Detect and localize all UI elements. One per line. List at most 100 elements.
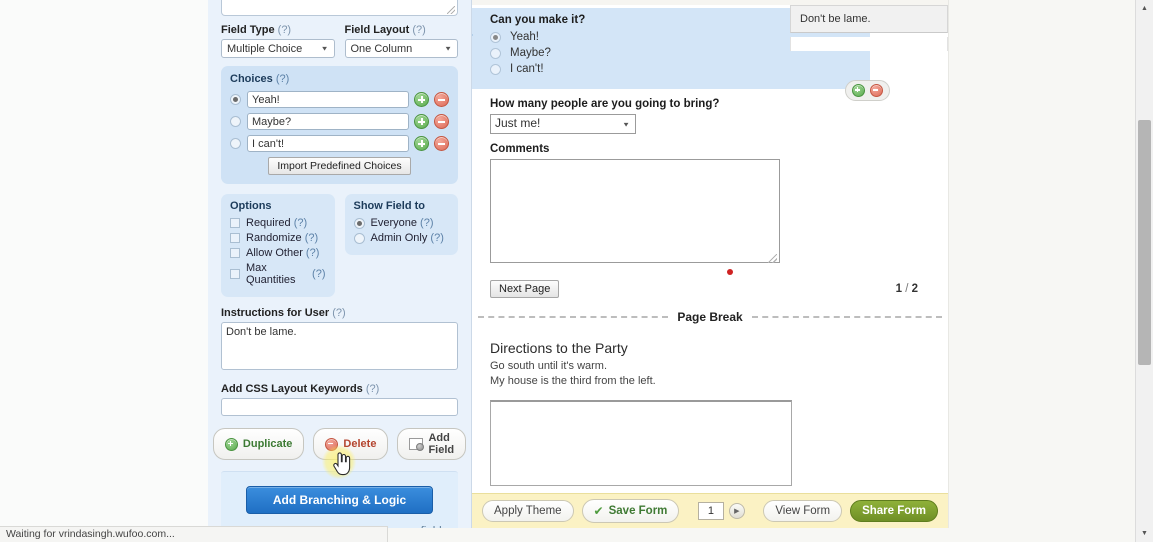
check-icon: ✔ <box>593 504 604 518</box>
choice-row <box>230 113 449 130</box>
people-field-block: How many people are you going to bring? … <box>472 98 948 134</box>
field-layout-select[interactable]: One Column <box>344 39 458 58</box>
choice-radio[interactable] <box>230 116 241 127</box>
field-editor-panel: Field Type (?) Multiple Choice ▼ Field L… <box>208 0 472 528</box>
view-form-label: View Form <box>775 505 831 517</box>
field-layout-label: Field Layout (?) <box>344 24 426 36</box>
radio-icon[interactable] <box>490 63 501 75</box>
plus-icon[interactable] <box>852 84 865 97</box>
scroll-up-icon[interactable]: ▲ <box>1136 0 1153 17</box>
option-required[interactable]: Required (?) <box>230 217 326 229</box>
view-form-button[interactable]: View Form <box>763 500 843 522</box>
add-field-label: Add Field <box>428 432 455 456</box>
comments-textarea[interactable] <box>490 159 780 263</box>
checkbox-icon[interactable] <box>230 233 240 243</box>
selection-arrow-icon <box>472 26 473 44</box>
next-page-row: Next Page 1 / 2 <box>472 280 948 298</box>
plus-icon[interactable] <box>414 114 429 129</box>
choice-input[interactable] <box>247 91 409 108</box>
apply-theme-button[interactable]: Apply Theme <box>482 500 574 522</box>
page-indicator: 1 / 2 <box>895 283 918 295</box>
choice-radio[interactable] <box>230 138 241 149</box>
radio-icon[interactable] <box>490 47 501 59</box>
show-field-everyone[interactable]: Everyone (?) <box>353 217 450 229</box>
choice-input[interactable] <box>247 113 409 130</box>
instructions-label: Instructions for User (?) <box>221 307 346 319</box>
checkbox-icon[interactable] <box>230 218 240 228</box>
duplicate-label: Duplicate <box>242 438 293 450</box>
checkbox-icon[interactable] <box>230 269 240 279</box>
field-title-textarea[interactable] <box>221 0 458 16</box>
options-row: Options Required (?) Randomize (?) Allow… <box>221 194 458 297</box>
field-type-select[interactable]: Multiple Choice <box>221 39 335 58</box>
show-field-to-heading: Show Field to <box>353 200 426 212</box>
radio-icon[interactable] <box>353 217 365 229</box>
directions-textarea[interactable] <box>490 399 792 486</box>
section-title: Directions to the Party <box>490 340 628 356</box>
delete-button[interactable]: Delete <box>313 428 389 460</box>
scroll-down-icon[interactable]: ▼ <box>1136 525 1153 542</box>
minus-icon[interactable] <box>870 84 883 97</box>
add-branching-logic-button[interactable]: Add Branching & Logic <box>245 486 434 514</box>
people-count-select[interactable]: Just me! <box>490 114 636 134</box>
caret-down-icon: ▼ <box>622 120 630 129</box>
hint-tooltip-tail <box>790 37 948 51</box>
css-keywords-label: Add CSS Layout Keywords (?) <box>221 383 380 395</box>
import-predefined-choices-button[interactable]: Import Predefined Choices <box>268 157 411 175</box>
css-keywords-group: Add CSS Layout Keywords (?) <box>221 383 458 416</box>
minus-icon[interactable] <box>434 136 449 151</box>
instructions-textarea[interactable] <box>221 322 458 370</box>
field-type-group: Field Type (?) Multiple Choice ▼ <box>221 24 335 58</box>
radio-icon[interactable] <box>490 31 501 43</box>
instructions-hint-tooltip: Don't be lame. <box>790 5 948 33</box>
option-allow-other[interactable]: Allow Other (?) <box>230 247 326 259</box>
choice-radio[interactable] <box>230 94 241 105</box>
vertical-scrollbar[interactable]: ▲ ▼ <box>1135 0 1153 542</box>
form-preview-panel: Can you make it? Yeah! Maybe? I can't! H… <box>472 0 948 528</box>
choices-heading: Choices (?) <box>230 73 290 85</box>
plus-icon[interactable] <box>414 136 429 151</box>
save-form-button[interactable]: ✔ Save Form <box>581 499 680 523</box>
delete-label: Delete <box>343 438 377 450</box>
option-randomize[interactable]: Randomize (?) <box>230 232 326 244</box>
choices-section: Choices (?) Import Predefined Choices <box>221 66 458 184</box>
page-navigator: ▶ <box>697 502 745 520</box>
choice-row <box>230 91 449 108</box>
branching-section: Add Branching & Logic Redirect people to… <box>221 471 458 528</box>
field-tools <box>845 80 890 101</box>
section-subtitle-line1: Go south until it's warm. <box>490 360 608 372</box>
add-field-icon <box>409 438 425 451</box>
red-dot-marker <box>727 269 733 275</box>
page-break-divider: Page Break <box>472 310 948 324</box>
minus-icon[interactable] <box>434 92 449 107</box>
page-number-input[interactable] <box>697 502 724 520</box>
option-max-quantities[interactable]: Max Quantities (?) <box>230 262 326 286</box>
field-type-layout-row: Field Type (?) Multiple Choice ▼ Field L… <box>221 24 458 58</box>
share-form-button[interactable]: Share Form <box>850 500 938 522</box>
page-break-label: Page Break <box>677 310 743 324</box>
share-form-label: Share Form <box>862 505 926 517</box>
browser-status-bar: Waiting for vrindasingh.wufoo.com... <box>0 526 388 542</box>
checkbox-icon[interactable] <box>230 248 240 258</box>
show-field-admin-only[interactable]: Admin Only (?) <box>353 232 450 244</box>
section-subtitle-line2: My house is the third from the left. <box>490 374 656 387</box>
field-type-label: Field Type (?) <box>221 24 292 36</box>
preview-choice[interactable]: I can't! <box>490 63 870 75</box>
next-page-button[interactable]: Next Page <box>490 280 560 298</box>
divider-line-right <box>751 316 942 318</box>
add-field-button[interactable]: Add Field <box>397 428 467 460</box>
options-heading: Options <box>230 200 272 212</box>
minus-icon[interactable] <box>434 114 449 129</box>
plus-icon[interactable] <box>414 92 429 107</box>
scrollbar-thumb[interactable] <box>1138 120 1151 365</box>
chevron-right-icon[interactable]: ▶ <box>728 503 745 519</box>
css-keywords-input[interactable] <box>221 398 458 416</box>
choice-row <box>230 135 449 152</box>
field-actions: Duplicate Delete Add Field <box>212 428 467 460</box>
instructions-group: Instructions for User (?) <box>221 307 458 373</box>
options-section: Options Required (?) Randomize (?) Allow… <box>221 194 335 297</box>
choice-input[interactable] <box>247 135 409 152</box>
field-layout-group: Field Layout (?) One Column ▼ <box>344 24 458 58</box>
radio-icon[interactable] <box>353 232 365 244</box>
duplicate-button[interactable]: Duplicate <box>212 428 305 460</box>
